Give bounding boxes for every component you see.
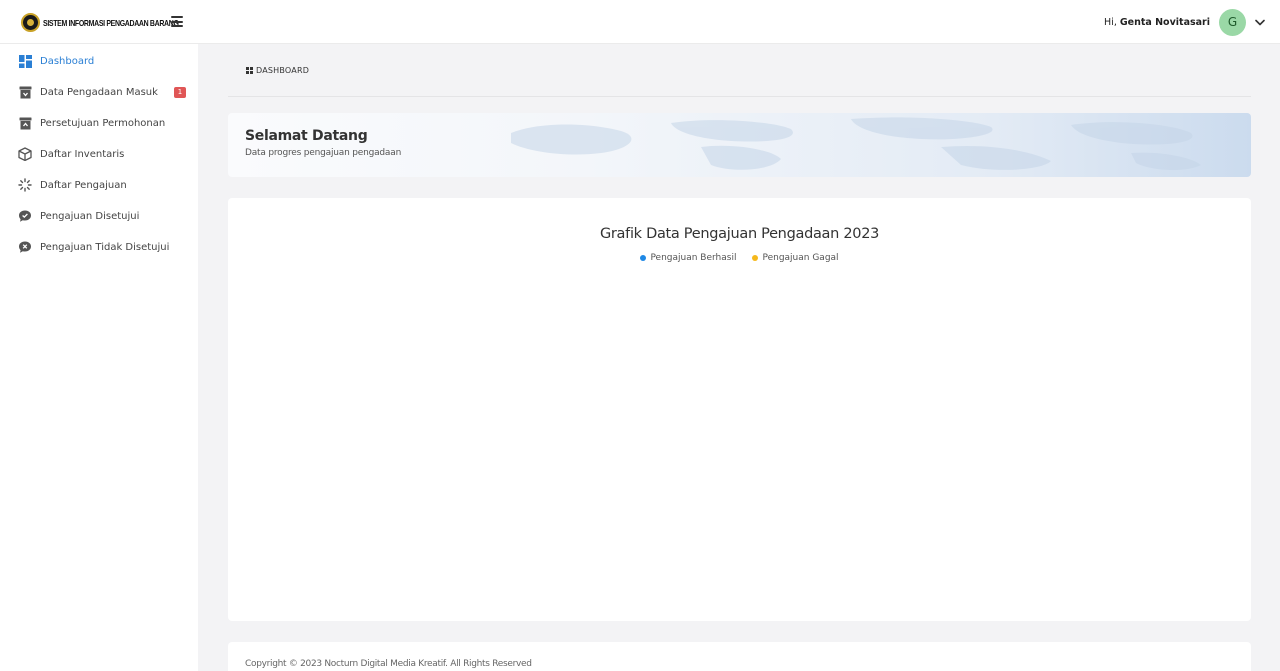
sidebar: Dashboard Data Pengadaan Masuk 1 Persetu…: [0, 44, 198, 671]
sidebar-item-daftar-pengajuan[interactable]: Daftar Pengajuan: [0, 174, 198, 196]
user-greeting: Hi, Genta Novitasari: [1104, 17, 1210, 28]
top-navbar: SISTEM INFORMASI PENGADAAN BARANG Hi, Gen…: [0, 0, 1280, 44]
welcome-banner: Selamat Datang Data progres pengajuan pe…: [228, 113, 1251, 177]
spinner-icon: [18, 178, 32, 192]
inbox-box-icon: [18, 85, 32, 99]
sidebar-item-label: Dashboard: [40, 55, 95, 67]
world-map-background-icon: [511, 117, 1201, 171]
package-cube-icon: [18, 147, 32, 161]
chart-plot-area: [248, 278, 1231, 608]
approval-box-icon: [18, 116, 32, 130]
chart-title: Grafik Data Pengajuan Pengadaan 2023: [599, 226, 880, 242]
legend-label: Pengajuan Berhasil: [650, 253, 737, 263]
emblem-logo-icon: [21, 13, 40, 32]
sidebar-item-label: Daftar Inventaris: [40, 148, 125, 160]
avatar[interactable]: G: [1219, 8, 1246, 36]
legend-dot: [640, 255, 647, 261]
sidebar-item-label: Persetujuan Permohonan: [40, 117, 166, 129]
welcome-subtitle: Data progres pengajuan pengadaan: [245, 148, 402, 158]
user-menu[interactable]: Hi, Genta Novitasari G: [1104, 8, 1266, 36]
sidebar-item-pengajuan-tidak-disetujui[interactable]: Pengajuan Tidak Disetujui: [0, 236, 198, 258]
chevron-down-icon[interactable]: [1254, 16, 1266, 28]
chart-legend: Pengajuan Berhasil Pengajuan Gagal: [228, 253, 1251, 263]
hamburger-icon[interactable]: [171, 16, 183, 27]
sidebar-item-daftar-inventaris[interactable]: Daftar Inventaris: [0, 143, 198, 165]
dashboard-grid-icon: [18, 54, 32, 68]
user-name: Genta Novitasari: [1119, 16, 1210, 28]
legend-item-gagal[interactable]: Pengajuan Gagal: [752, 253, 839, 263]
chart-card: Grafik Data Pengajuan Pengadaan 2023 Pen…: [228, 198, 1251, 621]
sidebar-item-label: Pengajuan Tidak Disetujui: [40, 241, 170, 253]
sidebar-item-dashboard[interactable]: Dashboard: [0, 50, 198, 72]
copyright-text: Copyright © 2023 Nocturn Digital Media K…: [245, 659, 532, 669]
app-title: SISTEM INFORMASI PENGADAAN BARANG: [43, 17, 179, 28]
dashboard-small-icon: [246, 67, 253, 74]
sidebar-item-persetujuan-permohonan[interactable]: Persetujuan Permohonan: [0, 112, 198, 134]
sidebar-item-data-pengadaan-masuk[interactable]: Data Pengadaan Masuk 1: [0, 81, 198, 103]
footer: Copyright © 2023 Nocturn Digital Media K…: [228, 642, 1251, 671]
legend-item-berhasil[interactable]: Pengajuan Berhasil: [640, 253, 736, 263]
welcome-title: Selamat Datang: [245, 128, 368, 144]
sidebar-item-pengajuan-disetujui[interactable]: Pengajuan Disetujui: [0, 205, 198, 227]
sidebar-item-label: Data Pengadaan Masuk: [40, 86, 158, 98]
breadcrumb[interactable]: DASHBOARD: [246, 66, 309, 75]
sidebar-item-label: Daftar Pengajuan: [40, 179, 127, 191]
notification-badge: 1: [174, 86, 186, 98]
chat-x-icon: [18, 240, 32, 254]
divider: [228, 96, 1251, 97]
breadcrumb-label: DASHBOARD: [256, 66, 310, 75]
sidebar-item-label: Pengajuan Disetujui: [40, 210, 140, 222]
legend-dot: [752, 255, 759, 261]
greeting-prefix: Hi,: [1104, 16, 1117, 28]
chat-check-icon: [18, 209, 32, 223]
legend-label: Pengajuan Gagal: [762, 253, 839, 263]
